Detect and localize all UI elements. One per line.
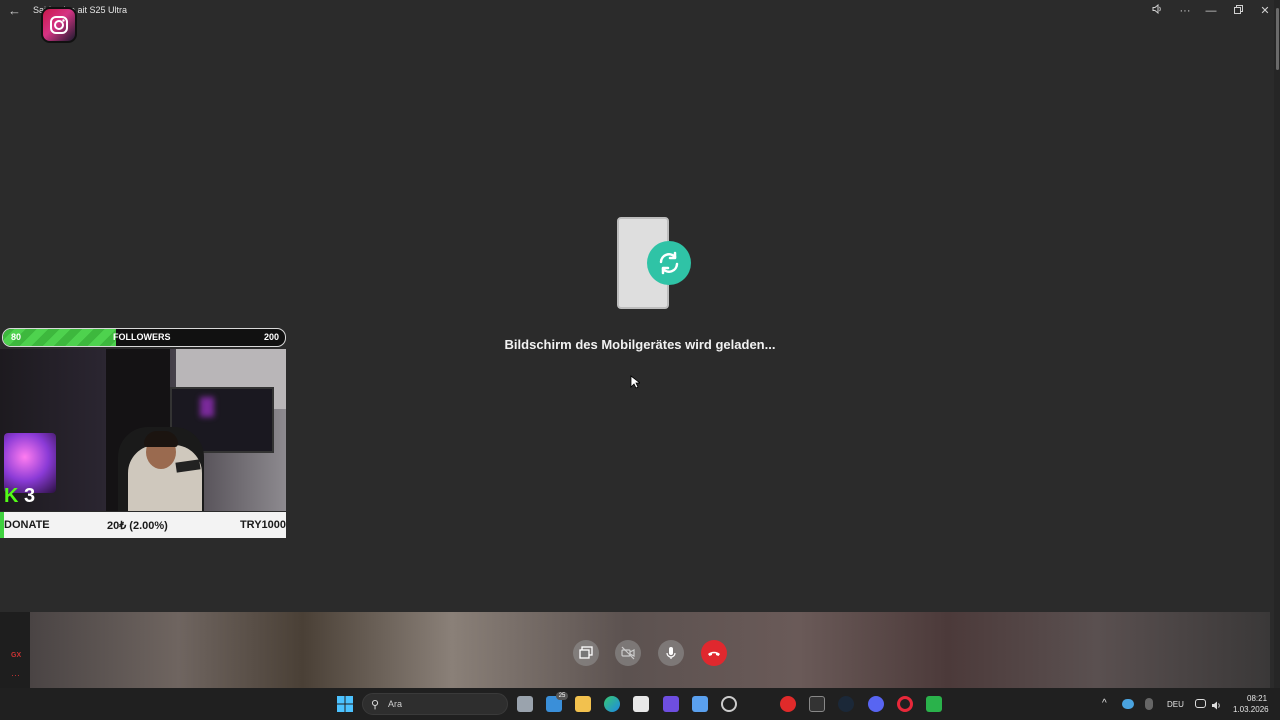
chatgpt-icon[interactable]	[721, 696, 737, 712]
kick-viewer-badge: K 3	[4, 485, 35, 507]
spreadsheet-app-icon[interactable]	[926, 696, 942, 712]
sync-icon	[647, 241, 691, 285]
scrollbar[interactable]	[1274, 0, 1280, 688]
camera-off-button[interactable]	[615, 640, 641, 666]
mouse-cursor-icon	[630, 375, 642, 394]
file-explorer-icon[interactable]	[575, 696, 591, 712]
more-dots-icon[interactable]: ···	[11, 670, 20, 680]
apps-grid-icon[interactable]	[663, 696, 679, 712]
mic-tray-icon[interactable]	[1145, 698, 1153, 710]
restore-icon[interactable]	[1230, 4, 1246, 18]
webcam-hair	[144, 431, 178, 447]
tray-overflow-chevron-icon[interactable]: ^	[1102, 698, 1107, 709]
clock-date[interactable]: 1.03.2026	[1233, 705, 1269, 714]
loading-message: Bildschirm des Mobilgerätes wird geladen…	[504, 337, 776, 352]
search-icon: ⚲	[371, 699, 380, 711]
scroll-thumb[interactable]	[1276, 8, 1279, 70]
more-icon[interactable]: ···	[1177, 4, 1193, 18]
title-bar: ← Said ... iye ait S25 Ultra ··· — ✕	[0, 0, 1280, 24]
app-icon[interactable]	[692, 696, 708, 712]
followers-goal-bar: 80 FOLLOWERS 200	[2, 328, 286, 347]
epic-games-icon[interactable]	[809, 696, 825, 712]
instagram-logo-icon	[41, 7, 77, 43]
steam-icon[interactable]	[838, 696, 854, 712]
notification-badge: 25	[556, 692, 568, 700]
app-red-icon[interactable]	[780, 696, 796, 712]
network-icon[interactable]	[1195, 699, 1206, 708]
camera-off-icon	[621, 646, 635, 660]
webcam-monitor-glow	[200, 397, 214, 417]
discord-icon[interactable]	[868, 696, 884, 712]
screen-share-button[interactable]	[573, 640, 599, 666]
language-indicator[interactable]: DEU	[1167, 700, 1184, 709]
microphone-button[interactable]	[658, 640, 684, 666]
donate-code: TRY1000	[239, 519, 286, 531]
back-arrow-icon[interactable]: ←	[8, 4, 22, 18]
task-view-icon[interactable]	[517, 696, 533, 712]
clock-time[interactable]: 08:21	[1247, 694, 1267, 703]
goal-current: 80	[11, 332, 22, 342]
kick-count: 3	[24, 485, 36, 507]
donate-amount: 20₺ (2.00%)	[107, 520, 168, 532]
goal-target: 200	[263, 332, 279, 342]
taskbar-search[interactable]: ⚲ Ara	[362, 693, 508, 715]
opera-gx-icon[interactable]	[897, 696, 913, 712]
microsoft-store-icon[interactable]	[633, 696, 649, 712]
donate-bar: DONATE 20₺ (2.00%) TRY1000	[0, 512, 286, 538]
start-button[interactable]	[337, 696, 353, 712]
goal-label: FOLLOWERS	[113, 332, 171, 342]
microphone-icon	[666, 647, 676, 659]
webcam-feed: K 3	[0, 349, 286, 511]
speaker-icon[interactable]	[1149, 3, 1165, 18]
end-call-button[interactable]	[701, 640, 727, 666]
close-icon[interactable]: ✕	[1257, 4, 1273, 18]
volume-icon[interactable]	[1211, 698, 1222, 710]
donate-label: DONATE	[4, 519, 50, 531]
minimize-icon[interactable]: —	[1203, 4, 1219, 18]
phone-hangup-icon	[708, 651, 720, 656]
gx-label[interactable]: GX	[11, 652, 21, 659]
webcam-pc-case	[4, 433, 56, 493]
edge-browser-icon[interactable]	[604, 696, 620, 712]
call-control-bar	[30, 612, 1270, 688]
search-placeholder: Ara	[388, 699, 403, 709]
screen-share-icon	[579, 646, 593, 659]
cloud-icon[interactable]	[1122, 699, 1134, 709]
kick-logo-icon: K	[4, 485, 19, 507]
